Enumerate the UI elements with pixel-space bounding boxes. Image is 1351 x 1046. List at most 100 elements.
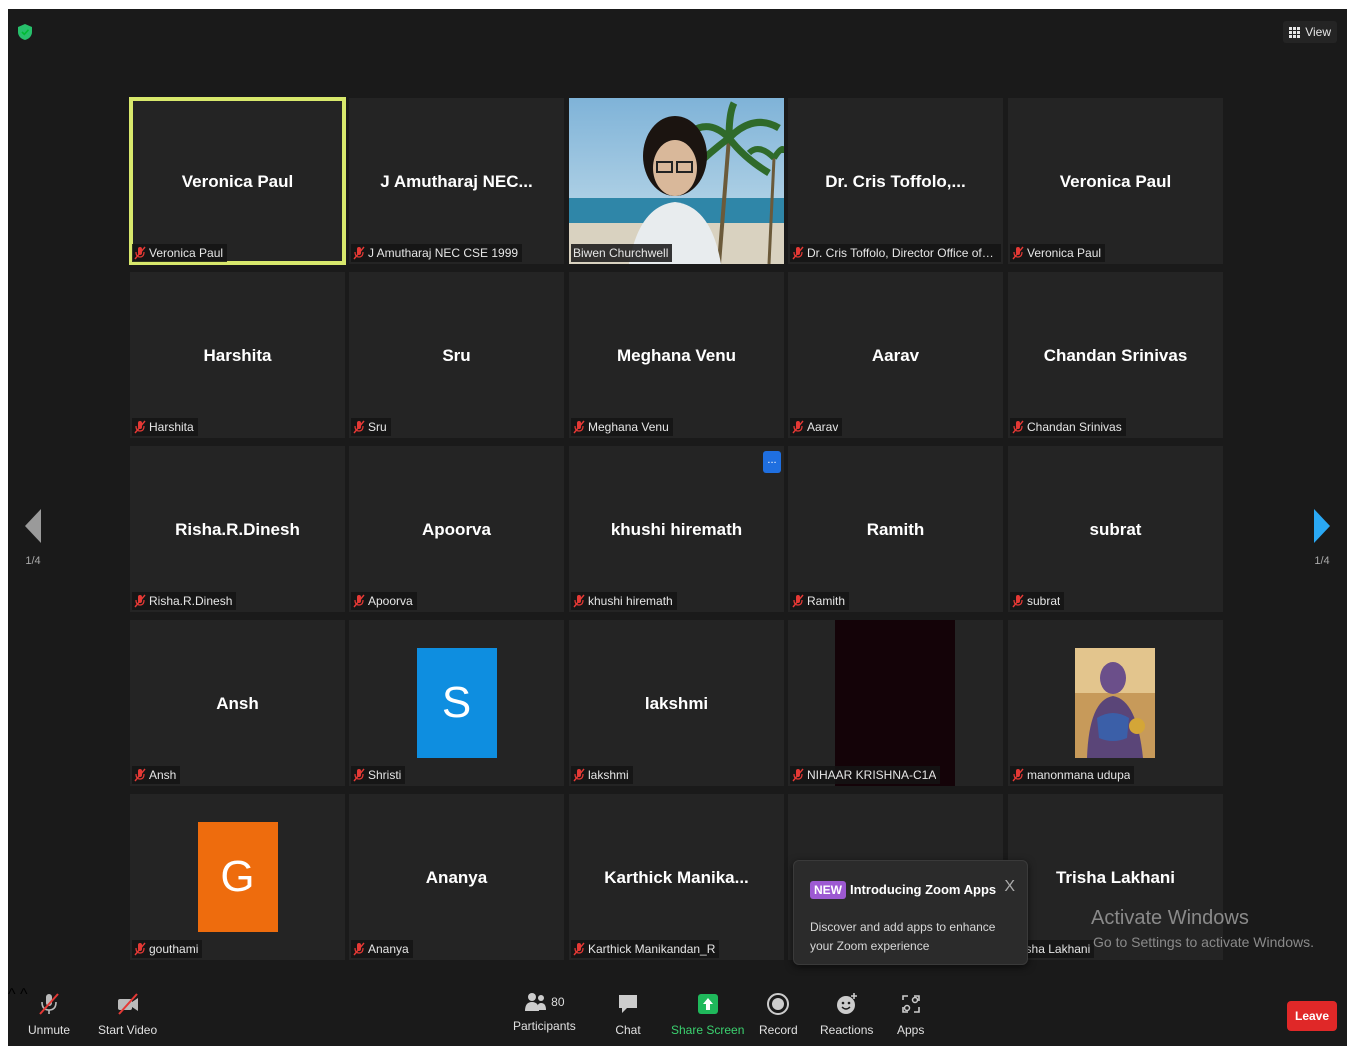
apps-button[interactable]: Apps: [897, 991, 924, 1037]
reactions-icon: [836, 993, 857, 1014]
participant-label: Aarav: [790, 418, 843, 436]
participant-label: subrat: [1010, 592, 1065, 610]
participant-label: Veronica Paul: [132, 244, 228, 262]
muted-mic-icon: [39, 993, 59, 1015]
participant-label: Shristi: [351, 766, 406, 784]
participant-tile[interactable]: Ansh Ansh: [130, 620, 345, 786]
participant-label: gouthami: [132, 940, 203, 958]
participant-tile[interactable]: Apoorva Apoorva: [349, 446, 564, 612]
participant-name: Chandan Srinivas: [1043, 346, 1188, 365]
muted-mic-icon: [792, 420, 804, 434]
muted-mic-icon: [134, 420, 146, 434]
participant-label: NIHAAR KRISHNA-C1A: [790, 766, 941, 784]
reactions-button[interactable]: Reactions: [820, 991, 873, 1037]
participant-tile[interactable]: Sru Sru: [349, 272, 564, 438]
participant-tile[interactable]: ... khushi hiremath khushi hiremath: [569, 446, 784, 612]
participant-tile[interactable]: Veronica Paul Veronica Paul: [1008, 98, 1223, 264]
record-button[interactable]: Record: [759, 991, 798, 1037]
muted-mic-icon: [573, 942, 585, 956]
muted-mic-icon: [573, 768, 585, 782]
apps-label: Apps: [897, 1023, 925, 1037]
muted-mic-icon: [353, 768, 365, 782]
participant-tile[interactable]: Aarav Aarav: [788, 272, 1003, 438]
share-screen-button[interactable]: Share Screen: [671, 991, 744, 1037]
participant-tile[interactable]: Chandan Srinivas Chandan Srinivas: [1008, 272, 1223, 438]
video-off-icon: [117, 993, 138, 1015]
reactions-label: Reactions: [820, 1023, 874, 1037]
page-indicator-left: 1/4: [25, 555, 41, 567]
page-indicator-right: 1/4: [1314, 555, 1330, 567]
participant-tile[interactable]: Ramith Ramith: [788, 446, 1003, 612]
zoom-meeting-window: View 1/4 1/4 Veronica Paul Veronica Paul…: [8, 9, 1347, 1046]
leave-button[interactable]: Leave: [1287, 1001, 1337, 1031]
participant-name: Aarav: [871, 346, 920, 365]
muted-mic-icon: [134, 768, 146, 782]
participants-options-caret[interactable]: ^: [20, 986, 28, 1003]
unmute-label: Unmute: [28, 1023, 71, 1037]
grid-view-icon: [1289, 26, 1301, 38]
participant-tile[interactable]: J Amutharaj NEC... J Amutharaj NEC CSE 1…: [349, 98, 564, 264]
muted-mic-icon: [353, 594, 365, 608]
muted-mic-icon: [1012, 594, 1024, 608]
participant-tile[interactable]: lakshmi lakshmi: [569, 620, 784, 786]
start-video-label: Start Video: [98, 1023, 158, 1037]
next-page-button[interactable]: 1/4: [1307, 509, 1337, 579]
security-shield-icon[interactable]: [18, 24, 32, 40]
zoom-apps-notification: NEW Introducing Zoom Apps X Discover and…: [793, 860, 1028, 965]
participant-tile[interactable]: manonmana udupa: [1008, 620, 1223, 786]
profile-picture: [1075, 648, 1155, 758]
muted-mic-icon: [353, 420, 365, 434]
arrow-right-icon: [1314, 509, 1330, 543]
new-badge: NEW: [810, 881, 846, 899]
participant-name: J Amutharaj NEC...: [380, 172, 533, 191]
watermark-subtitle: Go to Settings to activate Windows.: [1093, 934, 1314, 950]
muted-mic-icon: [792, 246, 804, 260]
record-label: Record: [759, 1023, 798, 1037]
participant-label: Apoorva: [351, 592, 417, 610]
chat-button[interactable]: Chat: [615, 991, 641, 1037]
participant-video-tile[interactable]: NIHAAR KRISHNA-C1A: [788, 620, 1003, 786]
participant-video-tile[interactable]: Biwen Churchwell: [569, 98, 784, 264]
participants-button[interactable]: 80 Participants: [513, 991, 576, 1033]
participant-tile[interactable]: Veronica Paul Veronica Paul: [130, 98, 345, 264]
participant-tile[interactable]: Meghana Venu Meghana Venu: [569, 272, 784, 438]
participants-label: Participants: [513, 1019, 576, 1033]
participant-name: Risha.R.Dinesh: [175, 520, 300, 539]
participant-name: Ananya: [425, 868, 488, 887]
participant-tile[interactable]: subrat subrat: [1008, 446, 1223, 612]
participant-label: manonmana udupa: [1010, 766, 1135, 784]
participant-tile[interactable]: Ananya Ananya: [349, 794, 564, 960]
activate-windows-watermark: Activate Windows Go to Settings to activ…: [1091, 907, 1314, 950]
participant-label: khushi hiremath: [571, 592, 677, 610]
participant-name: Ansh: [216, 694, 259, 713]
popup-body: Discover and add apps to enhance your Zo…: [810, 920, 996, 953]
participant-tile[interactable]: S Shristi: [349, 620, 564, 786]
participant-label: Ananya: [351, 940, 413, 958]
avatar: S: [416, 648, 497, 758]
participant-tile[interactable]: G gouthami: [130, 794, 345, 960]
participant-count: 80: [551, 995, 565, 1009]
muted-mic-icon: [134, 246, 146, 260]
participant-label: Chandan Srinivas: [1010, 418, 1126, 436]
participant-name: Apoorva: [422, 520, 491, 539]
muted-mic-icon: [134, 942, 146, 956]
chat-icon: [619, 995, 637, 1013]
start-video-button[interactable]: Start Video: [98, 991, 157, 1037]
participant-label: Biwen Churchwell: [571, 244, 673, 262]
participant-tile[interactable]: Karthick Manika... Karthick Manikandan_R: [569, 794, 784, 960]
participant-tile[interactable]: Harshita Harshita: [130, 272, 345, 438]
participant-name: lakshmi: [644, 694, 709, 713]
arrow-left-icon: [25, 509, 41, 543]
view-button[interactable]: View: [1283, 21, 1337, 43]
close-icon[interactable]: X: [1004, 878, 1015, 896]
participant-tile[interactable]: Risha.R.Dinesh Risha.R.Dinesh: [130, 446, 345, 612]
muted-mic-icon: [792, 594, 804, 608]
audio-options-caret[interactable]: ^: [8, 986, 16, 1003]
muted-mic-icon: [134, 594, 146, 608]
participant-tile[interactable]: Dr. Cris Toffolo,... Dr. Cris Toffolo, D…: [788, 98, 1003, 264]
participant-label: Risha.R.Dinesh: [132, 592, 237, 610]
more-options-button[interactable]: ...: [763, 451, 781, 473]
previous-page-button[interactable]: 1/4: [18, 509, 48, 579]
unmute-button[interactable]: Unmute: [28, 991, 70, 1037]
participant-video: [569, 98, 784, 264]
